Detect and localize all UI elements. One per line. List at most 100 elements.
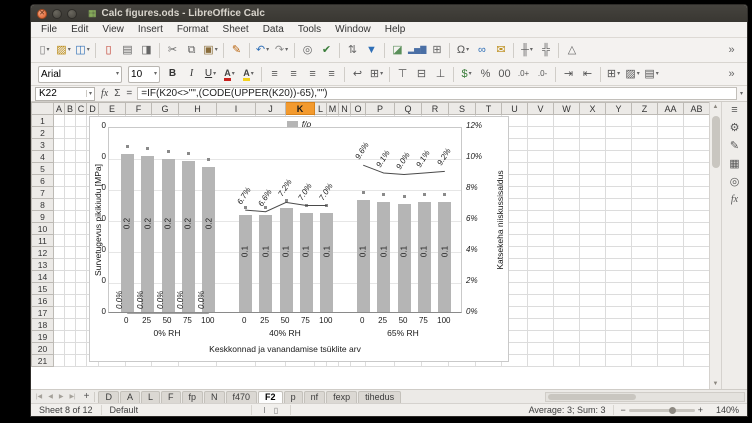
minimize-button[interactable] [52, 9, 62, 19]
cell-A9[interactable] [54, 211, 65, 223]
cell-A2[interactable] [54, 127, 65, 139]
cell-W18[interactable] [554, 319, 580, 331]
cell-W1[interactable] [554, 115, 580, 127]
cell-V13[interactable] [528, 259, 554, 271]
cell-AA19[interactable] [658, 331, 684, 343]
save[interactable]: ◫▾ [74, 41, 91, 59]
column-header-L[interactable]: L [315, 103, 327, 115]
cell-V16[interactable] [528, 295, 554, 307]
align-right[interactable]: ≡ [304, 65, 321, 83]
center-vertically[interactable]: ⊟ [413, 65, 430, 83]
navigator-icon[interactable]: ◎ [730, 177, 740, 188]
properties-icon[interactable]: ⚙ [730, 123, 740, 134]
chevron-down-icon[interactable]: ▾ [266, 47, 269, 53]
select-all-corner[interactable] [32, 103, 54, 115]
cell-B18[interactable] [65, 319, 76, 331]
chevron-down-icon[interactable]: ▾ [232, 71, 235, 77]
cell-B9[interactable] [65, 211, 76, 223]
row-header-7[interactable]: 7 [32, 187, 54, 199]
cell-W12[interactable] [554, 247, 580, 259]
increase-indent[interactable]: ⇥ [560, 65, 577, 83]
styles-icon[interactable]: ✎ [730, 141, 739, 152]
column-header-A[interactable]: A [54, 103, 65, 115]
cell-W8[interactable] [554, 199, 580, 211]
cell-C15[interactable] [76, 283, 87, 295]
row-header-18[interactable]: 18 [32, 319, 54, 331]
sheet-tab-fexp[interactable]: fexp [326, 391, 357, 403]
cell-X2[interactable] [580, 127, 606, 139]
cell-C19[interactable] [76, 331, 87, 343]
row-header-19[interactable]: 19 [32, 331, 54, 343]
cell-AA4[interactable] [658, 151, 684, 163]
sheet-tab-fp[interactable]: fp [182, 391, 204, 403]
menu-file[interactable]: File [34, 23, 64, 36]
cell-AB3[interactable] [684, 139, 710, 151]
row-header-5[interactable]: 5 [32, 163, 54, 175]
column-header-P[interactable]: P [366, 103, 395, 115]
cell-V7[interactable] [528, 187, 554, 199]
cell-Z21[interactable] [632, 355, 658, 367]
chevron-down-icon[interactable]: ▾ [617, 71, 620, 77]
cell-V11[interactable] [528, 235, 554, 247]
cell-AB19[interactable] [684, 331, 710, 343]
cell-V19[interactable] [528, 331, 554, 343]
cell-AB14[interactable] [684, 271, 710, 283]
chevron-down-icon[interactable]: ▾ [380, 71, 383, 77]
cell-W9[interactable] [554, 211, 580, 223]
cell-Z1[interactable] [632, 115, 658, 127]
cell-B8[interactable] [65, 199, 76, 211]
sum-button[interactable]: Σ [111, 89, 123, 99]
cell-AA13[interactable] [658, 259, 684, 271]
sheet-tab-A[interactable]: A [120, 391, 140, 403]
horizontal-scrollbar-thumb[interactable] [548, 394, 636, 400]
cell-Y17[interactable] [606, 307, 632, 319]
row-header-21[interactable]: 21 [32, 355, 54, 367]
spelling[interactable]: ✔ [318, 41, 335, 59]
column-header-M[interactable]: M [327, 103, 339, 115]
cell-AA11[interactable] [658, 235, 684, 247]
row-header-3[interactable]: 3 [32, 139, 54, 151]
bar[interactable] [182, 161, 195, 312]
row-header-11[interactable]: 11 [32, 235, 54, 247]
delete-decimal-place[interactable]: .0- [534, 65, 551, 83]
cell-V9[interactable] [528, 211, 554, 223]
cell-B3[interactable] [65, 139, 76, 151]
cell-Y13[interactable] [606, 259, 632, 271]
gallery-icon[interactable]: ▦ [729, 159, 739, 170]
row-header-2[interactable]: 2 [32, 127, 54, 139]
cell-V1[interactable] [528, 115, 554, 127]
chevron-down-icon[interactable]: ▾ [466, 47, 469, 53]
cell-Y16[interactable] [606, 295, 632, 307]
chevron-down-icon[interactable]: ▾ [215, 47, 218, 53]
column-header-S[interactable]: S [449, 103, 476, 115]
cell-Y10[interactable] [606, 223, 632, 235]
autofilter[interactable]: ▼ [363, 41, 380, 59]
cell-V2[interactable] [528, 127, 554, 139]
chevron-down-icon[interactable]: ▾ [116, 71, 119, 77]
cell-X21[interactable] [580, 355, 606, 367]
bar[interactable] [162, 159, 175, 312]
align-top[interactable]: ⊤ [394, 65, 411, 83]
wrap-text[interactable]: ↩ [349, 65, 366, 83]
paste[interactable]: ▣▾ [202, 41, 219, 59]
cell-W11[interactable] [554, 235, 580, 247]
row-header-14[interactable]: 14 [32, 271, 54, 283]
cell-AA8[interactable] [658, 199, 684, 211]
cell-Z16[interactable] [632, 295, 658, 307]
row-header-15[interactable]: 15 [32, 283, 54, 295]
column-header-U[interactable]: U [502, 103, 528, 115]
zoom-in-button[interactable]: + [698, 405, 703, 415]
chevron-down-icon[interactable]: ▾ [656, 71, 659, 77]
cell-W5[interactable] [554, 163, 580, 175]
zoom-track[interactable] [629, 409, 695, 412]
split-window[interactable]: ╬ [537, 41, 554, 59]
menu-data[interactable]: Data [256, 23, 291, 36]
cell-Z5[interactable] [632, 163, 658, 175]
cell-Y20[interactable] [606, 343, 632, 355]
cell-C20[interactable] [76, 343, 87, 355]
cell-W4[interactable] [554, 151, 580, 163]
cell-C1[interactable] [76, 115, 87, 127]
cell-W20[interactable] [554, 343, 580, 355]
cell-AB13[interactable] [684, 259, 710, 271]
cell-Z10[interactable] [632, 223, 658, 235]
